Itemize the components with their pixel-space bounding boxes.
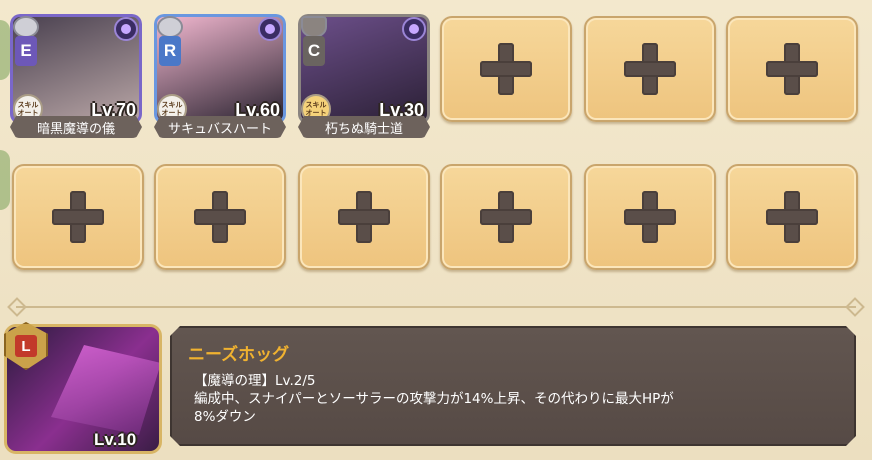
party-member-card-2[interactable]: R スキル オート Lv.60 サキュバスハート: [154, 14, 286, 138]
character-name: サキュバスハート: [154, 116, 286, 138]
empty-party-slot[interactable]: [726, 16, 858, 122]
character-name: 朽ちぬ騎士道: [298, 116, 430, 138]
plus-icon: [338, 191, 390, 243]
empty-party-slot[interactable]: [440, 164, 572, 270]
empty-party-slot[interactable]: [154, 164, 286, 270]
empty-party-slot[interactable]: [12, 164, 144, 270]
leader-portrait: [51, 345, 159, 435]
plus-icon: [766, 191, 818, 243]
section-divider: [16, 306, 856, 308]
leader-skill-text-1: 編成中、スナイパーとソーサラーの攻撃力が14%上昇、その代わりに最大HPが: [194, 391, 674, 407]
rarity-badge: E: [15, 36, 37, 66]
shield-icon: [301, 16, 327, 38]
rarity-badge: C: [303, 36, 325, 66]
character-name: 暗黒魔導の儀: [10, 116, 142, 138]
divider-ornament: [7, 297, 27, 317]
empty-party-slot[interactable]: [440, 16, 572, 122]
leader-level-label: Lv.10: [94, 430, 137, 449]
leader-skill-text-2: 8%ダウン: [194, 409, 256, 425]
swirl-icon: [157, 16, 183, 38]
leader-rarity-label: L: [15, 335, 37, 357]
leader-skill-panel: ニーズホッグ 【魔導の理】Lv.2/5 編成中、スナイパーとソーサラーの攻撃力が…: [170, 326, 856, 446]
plus-icon: [624, 43, 676, 95]
plus-icon: [480, 191, 532, 243]
plus-icon: [480, 43, 532, 95]
rarity-badge: R: [159, 36, 181, 66]
decoration-leaf: [0, 20, 10, 80]
divider-ornament: [845, 297, 865, 317]
plus-icon: [52, 191, 104, 243]
swirl-icon: [13, 16, 39, 38]
leader-skill-line: 【魔導の理】Lv.2/5: [194, 373, 316, 389]
dark-attribute-icon: [402, 17, 426, 41]
party-member-card-1[interactable]: E スキル オート Lv.70 暗黒魔導の儀: [10, 14, 142, 138]
empty-party-slot[interactable]: [726, 164, 858, 270]
plus-icon: [766, 43, 818, 95]
party-formation-screen: E スキル オート Lv.70 暗黒魔導の儀 R スキル オート Lv.60 サ…: [0, 0, 872, 460]
decoration-leaf: [0, 150, 10, 210]
party-member-card-3[interactable]: C スキル オート Lv.30 朽ちぬ騎士道: [298, 14, 430, 138]
plus-icon: [194, 191, 246, 243]
empty-party-slot[interactable]: [584, 16, 716, 122]
dark-attribute-icon: [114, 17, 138, 41]
leader-name: ニーズホッグ: [188, 345, 290, 365]
leader-skill-description: 【魔導の理】Lv.2/5 編成中、スナイパーとソーサラーの攻撃力が14%上昇、そ…: [194, 372, 814, 426]
empty-party-slot[interactable]: [584, 164, 716, 270]
empty-party-slot[interactable]: [298, 164, 430, 270]
dark-attribute-icon: [258, 17, 282, 41]
plus-icon: [624, 191, 676, 243]
